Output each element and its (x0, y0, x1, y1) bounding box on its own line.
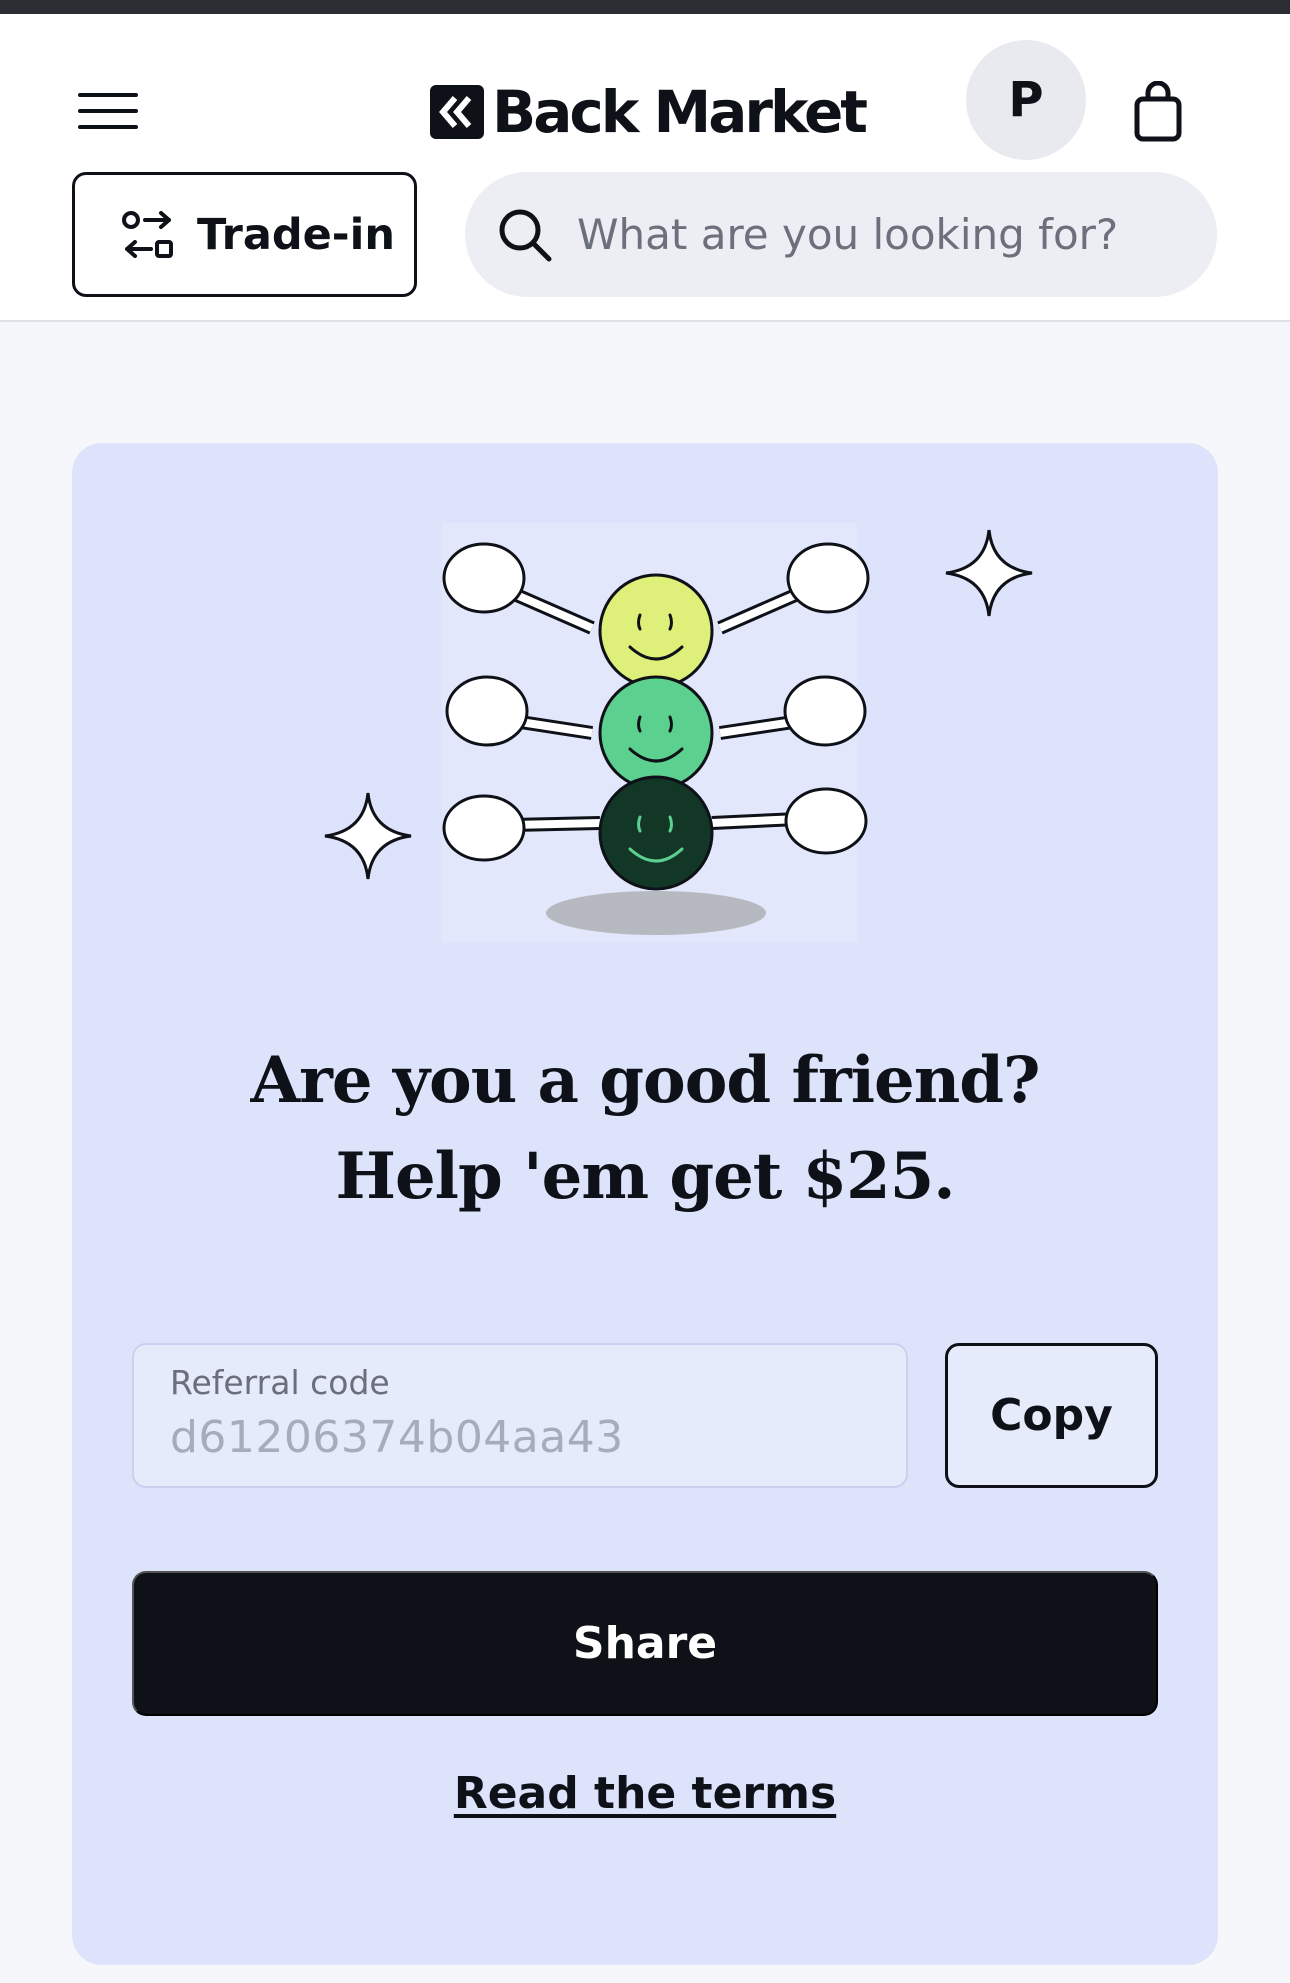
account-avatar-button[interactable]: P (966, 40, 1086, 160)
shopping-bag-icon (1134, 81, 1182, 142)
avatar-initial: P (1008, 72, 1044, 128)
swap-arrows-icon (122, 210, 173, 258)
read-terms-link[interactable]: Read the terms (72, 1768, 1218, 1819)
search-input[interactable] (577, 210, 1177, 259)
headline-line-2: Help 'em get $25. (335, 1139, 955, 1214)
trade-in-button[interactable]: Trade-in (72, 172, 417, 297)
trade-in-label: Trade-in (197, 209, 395, 260)
headline-line-1: Are you a good friend? (250, 1043, 1040, 1118)
referral-headline: Are you a good friend? Help 'em get $25. (72, 1033, 1218, 1225)
referral-code-label: Referral code (170, 1363, 390, 1402)
menu-button[interactable] (72, 80, 144, 142)
site-logo[interactable]: Back Market (430, 74, 868, 150)
status-strip (0, 0, 1290, 14)
referral-code-value: d61206374b04aa43 (170, 1412, 624, 1463)
referral-code-field[interactable]: Referral code d61206374b04aa43 (132, 1343, 908, 1488)
smiley-stack-illustration (324, 523, 1033, 943)
share-button[interactable]: Share (132, 1571, 1158, 1716)
hamburger-menu-icon (78, 93, 138, 129)
cart-button[interactable] (1126, 74, 1190, 150)
search-icon (499, 209, 552, 261)
back-market-logo-icon (430, 85, 484, 139)
referral-card: Are you a good friend? Help 'em get $25.… (72, 443, 1218, 1965)
site-header: Back Market P Trade-in (0, 14, 1290, 322)
logo-text: Back Market (492, 78, 868, 146)
copy-button[interactable]: Copy (945, 1343, 1158, 1488)
search-bar[interactable] (465, 172, 1217, 297)
